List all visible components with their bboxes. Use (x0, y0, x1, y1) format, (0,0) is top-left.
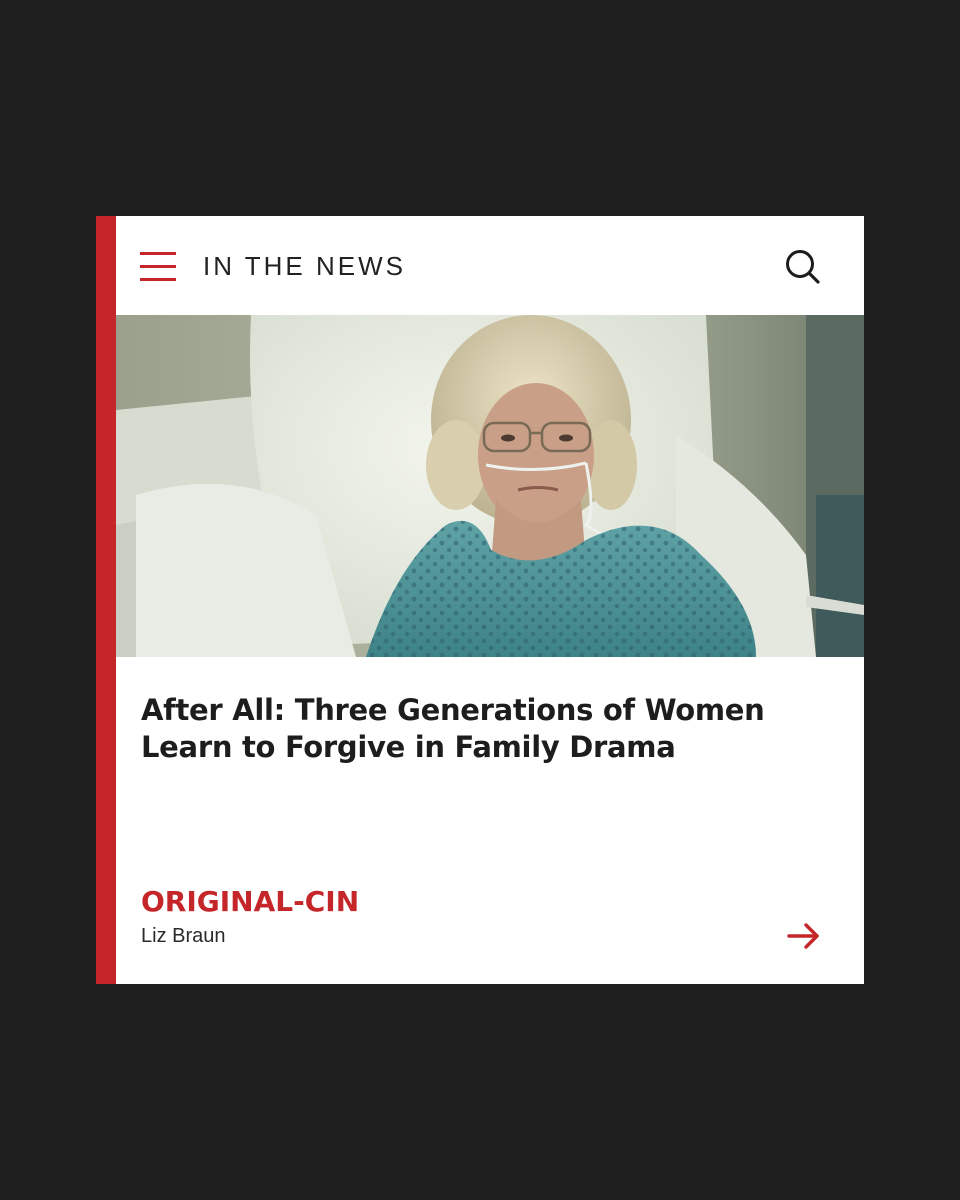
accent-bar (96, 216, 116, 984)
menu-line (140, 252, 176, 255)
hamburger-menu-icon[interactable] (140, 252, 176, 282)
article-headline[interactable]: After All: Three Generations of Women Le… (141, 692, 821, 766)
arrow-right-icon[interactable] (786, 922, 822, 950)
menu-line (140, 278, 176, 281)
article-card[interactable]: IN THE NEWS After All: Three Generations… (96, 216, 864, 984)
article-author: Liz Braun (141, 925, 226, 947)
section-title: IN THE NEWS (203, 251, 406, 281)
menu-line (140, 265, 176, 268)
card-header: IN THE NEWS (116, 216, 864, 315)
search-icon[interactable] (784, 248, 822, 286)
hero-image[interactable] (116, 315, 864, 657)
hero-photo-illustration (116, 315, 864, 657)
article-category[interactable]: ORIGINAL-CIN (141, 884, 359, 920)
